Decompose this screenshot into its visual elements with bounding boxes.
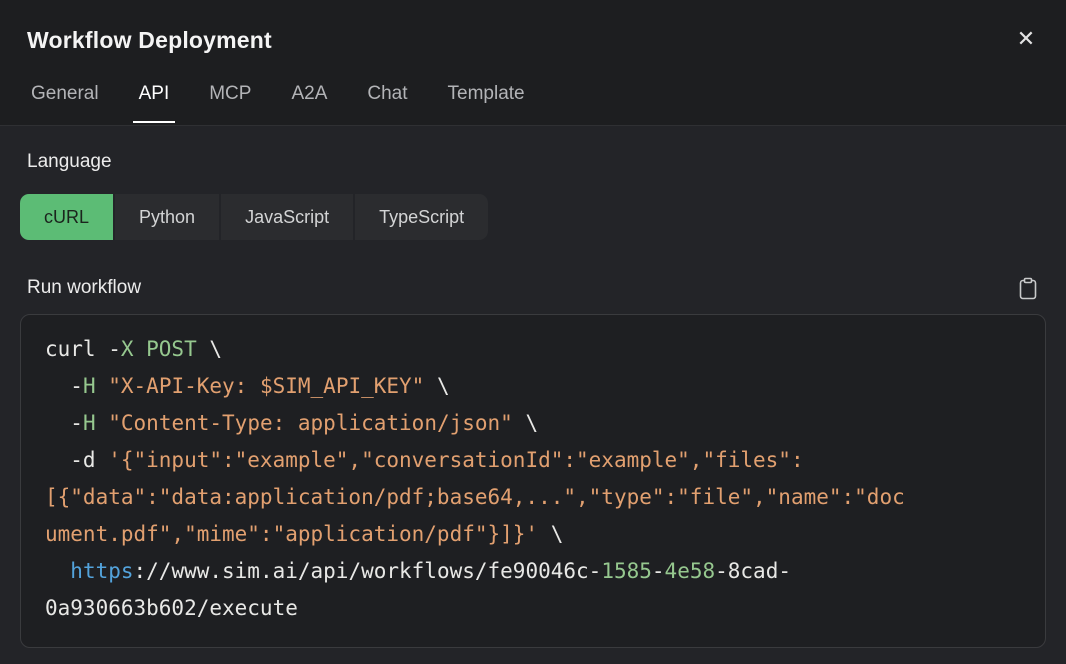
language-option-curl[interactable]: cURL — [20, 194, 113, 240]
language-selector: cURL Python JavaScript TypeScript — [20, 194, 1046, 240]
code-line: 0a930663b602/execute — [45, 590, 1021, 627]
tab-general[interactable]: General — [25, 82, 105, 123]
close-icon: ✕ — [1017, 27, 1035, 52]
language-option-javascript[interactable]: JavaScript — [221, 194, 353, 240]
language-option-typescript[interactable]: TypeScript — [355, 194, 488, 240]
workflow-deployment-dialog: Workflow Deployment ✕ General API MCP A2… — [0, 0, 1066, 664]
tab-a2a[interactable]: A2A — [285, 82, 333, 123]
dialog-header: Workflow Deployment ✕ General API MCP A2… — [0, 0, 1066, 126]
copy-button[interactable] — [1018, 277, 1038, 300]
code-block: curl -X POST \ -H "X-API-Key: $SIM_API_K… — [20, 314, 1046, 648]
code-line: [{"data":"data:application/pdf;base64,..… — [45, 479, 1021, 516]
page-title: Workflow Deployment — [0, 0, 1066, 56]
code-line: -H "X-API-Key: $SIM_API_KEY" \ — [45, 368, 1021, 405]
code-line: -H "Content-Type: application/json" \ — [45, 405, 1021, 442]
run-workflow-label: Run workflow — [27, 276, 141, 300]
tab-bar: General API MCP A2A Chat Template — [0, 82, 1066, 123]
code-line: curl -X POST \ — [45, 331, 1021, 368]
tab-api[interactable]: API — [133, 82, 176, 123]
code-line: https://www.sim.ai/api/workflows/fe90046… — [45, 553, 1021, 590]
dialog-body: Language cURL Python JavaScript TypeScri… — [0, 126, 1066, 648]
tab-chat[interactable]: Chat — [361, 82, 413, 123]
language-label: Language — [27, 150, 1046, 174]
clipboard-icon — [1018, 277, 1038, 300]
code-line: -d '{"input":"example","conversationId":… — [45, 442, 1021, 479]
run-workflow-header: Run workflow — [27, 276, 1038, 300]
tab-mcp[interactable]: MCP — [203, 82, 257, 123]
close-button[interactable]: ✕ — [1010, 24, 1042, 56]
code-line: ument.pdf","mime":"application/pdf"}]}' … — [45, 516, 1021, 553]
language-option-python[interactable]: Python — [115, 194, 219, 240]
tab-template[interactable]: Template — [442, 82, 531, 123]
